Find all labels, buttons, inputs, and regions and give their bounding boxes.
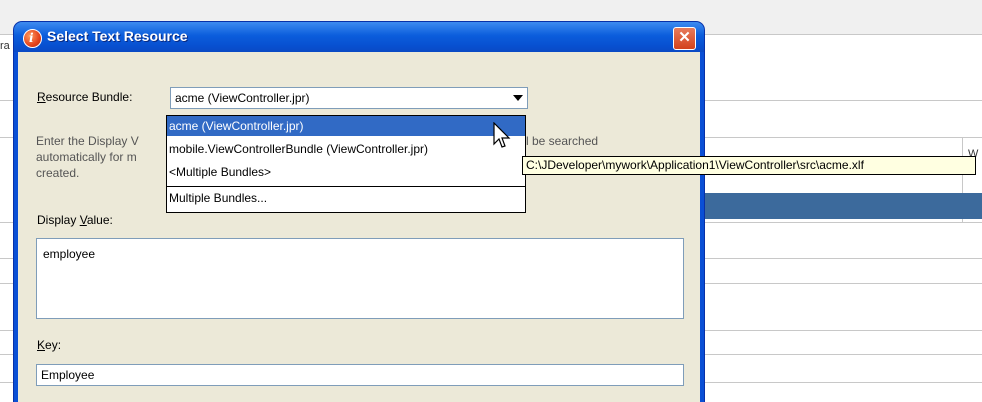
- key-field[interactable]: Employee: [36, 364, 684, 386]
- display-value-text: employee: [43, 247, 96, 261]
- close-button[interactable]: ✕: [673, 27, 696, 50]
- background-text-fragment: ra: [0, 40, 10, 52]
- resource-bundle-label: Resource Bundle:: [37, 90, 133, 104]
- key-text: Employee: [41, 368, 95, 382]
- tooltip-text: C:\JDeveloper\mywork\Application1\ViewCo…: [526, 158, 864, 172]
- app-icon: i: [23, 29, 42, 48]
- background-selected-row[interactable]: [700, 193, 982, 219]
- dropdown-option[interactable]: acme (ViewController.jpr): [167, 116, 525, 136]
- path-tooltip: C:\JDeveloper\mywork\Application1\ViewCo…: [522, 156, 976, 175]
- resource-bundle-dropdown: acme (ViewController.jpr) mobile.ViewCon…: [166, 115, 526, 213]
- dialog-titlebar[interactable]: i Select Text Resource ✕: [14, 22, 704, 52]
- mouse-cursor-icon: [493, 122, 511, 148]
- display-value-label: Display Value:: [37, 213, 113, 227]
- key-label: Key:: [37, 338, 62, 352]
- resource-bundle-value: acme (ViewController.jpr): [175, 91, 310, 105]
- dropdown-separator: [167, 186, 525, 187]
- dialog-body: Resource Bundle: acme (ViewController.jp…: [18, 52, 700, 402]
- chevron-down-icon[interactable]: [513, 95, 523, 101]
- dropdown-option[interactable]: mobile.ViewControllerBundle (ViewControl…: [167, 139, 525, 159]
- resource-bundle-select[interactable]: acme (ViewController.jpr): [170, 87, 528, 109]
- close-icon: ✕: [678, 29, 691, 46]
- dialog-title: Select Text Resource: [47, 28, 188, 44]
- dropdown-option[interactable]: Multiple Bundles...: [167, 188, 525, 208]
- dropdown-option[interactable]: <Multiple Bundles>: [167, 162, 525, 182]
- display-value-field[interactable]: employee: [36, 238, 684, 319]
